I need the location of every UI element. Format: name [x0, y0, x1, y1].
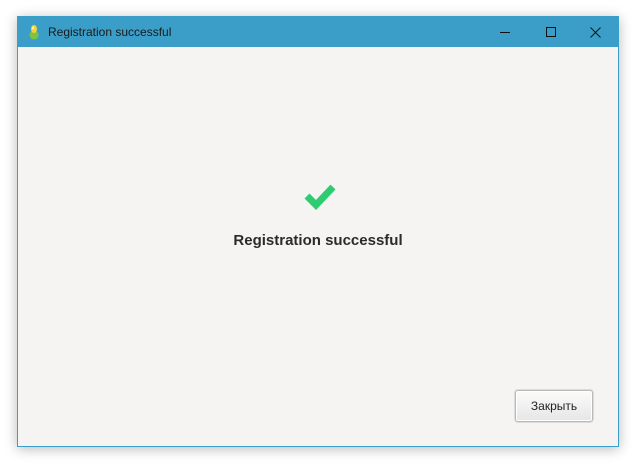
app-leaf-icon — [29, 25, 39, 40]
maximize-icon — [546, 27, 556, 37]
close-icon — [589, 26, 601, 38]
dialog-window: Registration successful Registration suc… — [17, 16, 619, 447]
checkmark-icon — [304, 184, 336, 210]
success-message: Registration successful — [233, 232, 403, 249]
minimize-icon — [500, 32, 510, 33]
dialog-content: Registration successful Закрыть — [18, 47, 618, 446]
maximize-button[interactable] — [528, 17, 574, 47]
window-title: Registration successful — [48, 25, 172, 39]
title-bar[interactable]: Registration successful — [18, 17, 618, 47]
minimize-button[interactable] — [482, 17, 528, 47]
window-close-button[interactable] — [572, 17, 618, 47]
close-dialog-button[interactable]: Закрыть — [515, 390, 593, 422]
